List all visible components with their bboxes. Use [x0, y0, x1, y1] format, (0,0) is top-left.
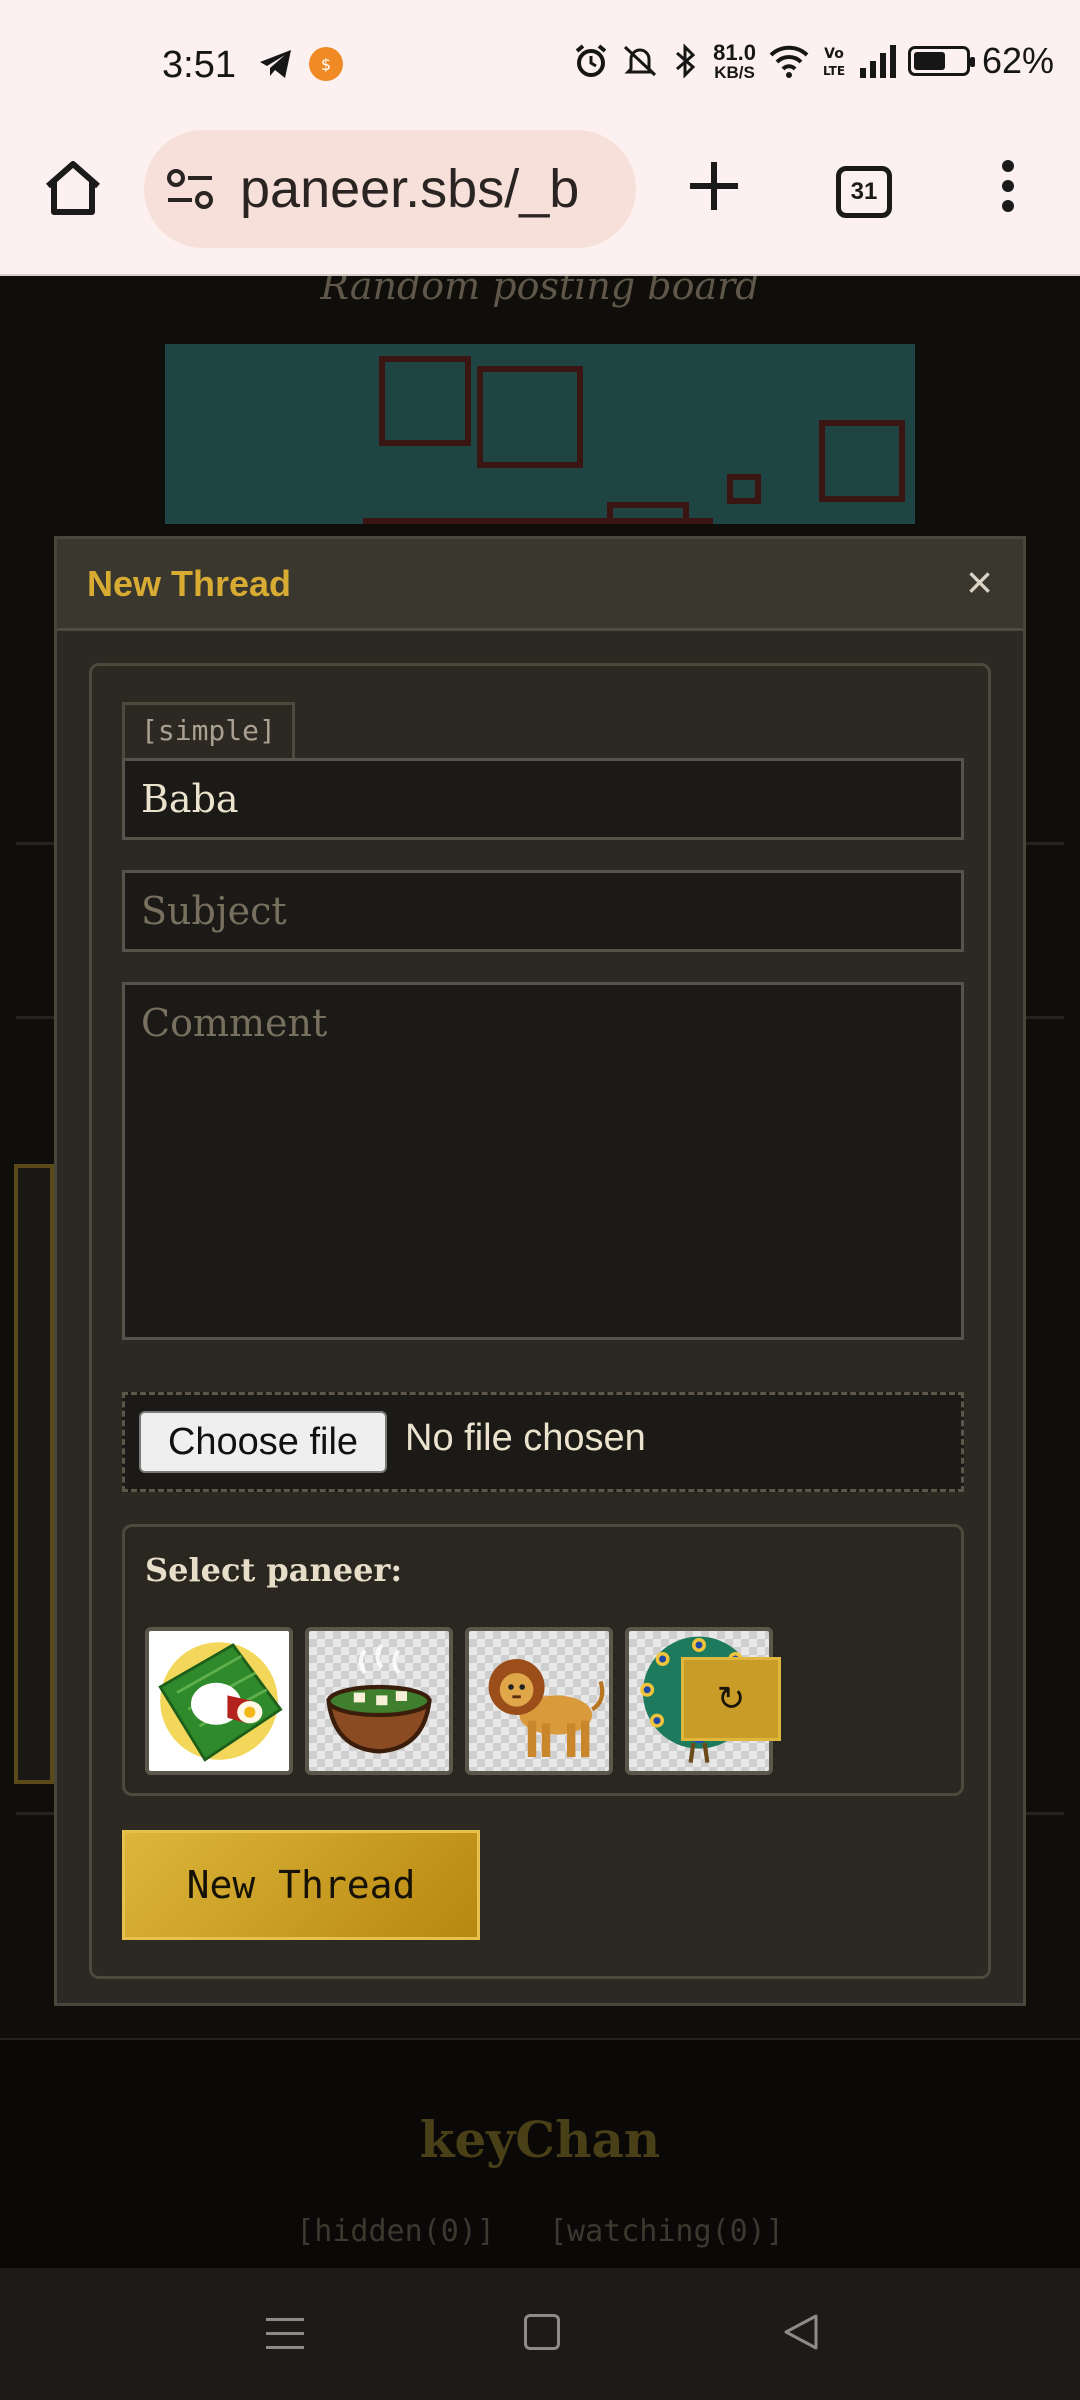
background-thread-card	[14, 1164, 54, 1784]
new-thread-submit-button[interactable]: New Thread	[122, 1830, 480, 1940]
signal-icon	[859, 45, 896, 78]
file-input: Choose file No file chosen	[122, 1392, 964, 1492]
home-nav-icon[interactable]	[524, 2314, 560, 2350]
back-icon[interactable]	[782, 2312, 820, 2352]
footer-links: [hidden(0)] [watching(0)]	[0, 2214, 1080, 2249]
footer-site-title: keyChan	[419, 2110, 661, 2169]
battery-fill	[913, 52, 945, 70]
network-speed-unit: KB/S	[714, 62, 755, 82]
paneer-selector: Select paneer: ↻	[122, 1524, 964, 1796]
network-speed-value: 81.0	[713, 39, 756, 65]
url-text[interactable]: paneer.sbs/_b	[240, 158, 620, 220]
wifi-icon	[769, 45, 809, 78]
paneer-option-saag-paneer-bowl[interactable]	[305, 1627, 453, 1775]
paneer-selector-label: Select paneer:	[145, 1551, 403, 1589]
screen: Random posting board keyChan [hidden(0)]…	[0, 0, 1080, 2400]
banana-leaf-meal-icon	[158, 1642, 283, 1762]
system-nav-bar	[0, 2268, 1080, 2400]
footer-link-watching[interactable]: [watching(0)]	[549, 2214, 784, 2249]
address-bar[interactable]: paneer.sbs/_b	[144, 130, 636, 248]
site-settings-icon[interactable]	[166, 168, 214, 212]
footer-link-hidden[interactable]: [hidden(0)]	[296, 2214, 495, 2249]
tab-switcher-button[interactable]: 31	[836, 166, 892, 218]
new-tab-icon[interactable]	[686, 158, 742, 214]
notification-app-icon: $	[309, 47, 343, 81]
choose-file-button[interactable]: Choose file	[139, 1411, 387, 1473]
status-right-icons: 81.0 KB/S Vo LTE 62%	[573, 40, 1054, 82]
status-bar: 3:51 $ 81.0 KB/S Vo LTE 62%	[0, 0, 1080, 128]
browser-menu-icon[interactable]	[996, 160, 1020, 220]
file-status: No file chosen	[405, 1417, 646, 1459]
telegram-icon	[260, 50, 291, 78]
home-icon[interactable]	[42, 158, 104, 220]
bluetooth-icon	[676, 43, 696, 79]
board-banner	[165, 344, 915, 524]
status-time: 3:51	[162, 44, 236, 86]
svg-text:$: $	[321, 55, 331, 74]
battery-icon	[907, 46, 975, 76]
volte-icon: Vo LTE	[823, 46, 845, 78]
svg-text:LTE: LTE	[823, 64, 845, 78]
new-thread-modal: New Thread × [simple] Baba Subject Comme…	[54, 536, 1026, 2006]
status-left-icons: $	[258, 46, 344, 82]
close-icon[interactable]: ×	[966, 559, 993, 605]
browser-toolbar: paneer.sbs/_b 31	[0, 128, 1080, 276]
lion-icon	[488, 1659, 605, 1757]
name-field[interactable]: Baba	[122, 758, 964, 840]
refresh-paneer-button[interactable]: ↻	[681, 1657, 781, 1741]
recent-apps-icon[interactable]	[266, 2318, 304, 2360]
saag-paneer-bowl-icon	[326, 1643, 432, 1754]
subject-field[interactable]: Subject	[122, 870, 964, 952]
page-footer: keyChan [hidden(0)] [watching(0)]	[0, 2038, 1080, 2268]
battery-percent: 62%	[981, 40, 1054, 81]
network-speed: 81.0 KB/S	[713, 39, 756, 82]
alarm-icon	[575, 44, 607, 77]
svg-text:Vo: Vo	[824, 46, 844, 62]
modal-header: New Thread ×	[57, 539, 1023, 631]
mute-icon	[624, 45, 657, 77]
modal-title: New Thread	[87, 563, 292, 604]
paneer-option-banana-leaf-meal[interactable]	[145, 1627, 293, 1775]
paneer-option-lion[interactable]	[465, 1627, 613, 1775]
mode-tag[interactable]: [simple]	[122, 702, 295, 758]
comment-field[interactable]: Comment	[122, 982, 964, 1340]
post-form: [simple] Baba Subject Comment Choose fil…	[89, 663, 991, 1979]
